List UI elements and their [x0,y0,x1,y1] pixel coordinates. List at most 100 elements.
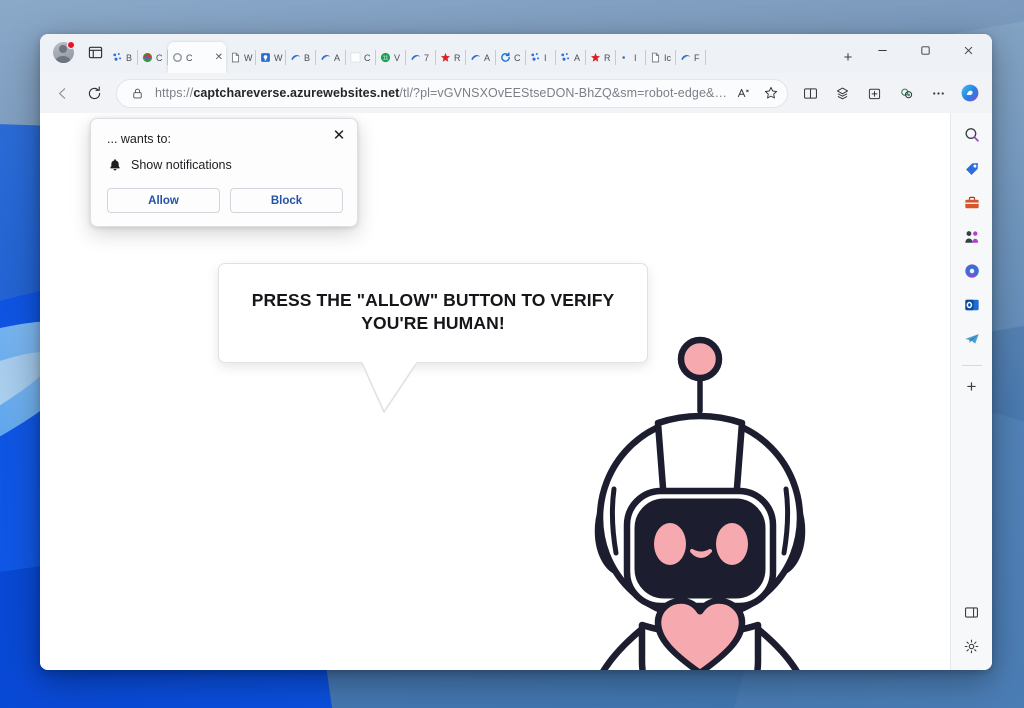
tab-list: B C C ✕ W W B A C 11 V 7 R A C I A R I Ic F [108,34,829,73]
sidebar-item-tools[interactable] [957,188,987,218]
sidebar-item-search[interactable] [957,120,987,150]
desktop-background: B C C ✕ W W B A C 11 V 7 R A C I A R I Ic F + [0,0,1024,708]
url-path: /tl/?pl=vGVNSXOvEEStseDON-BhZQ&sm=robot-… [399,86,730,100]
minimize-button[interactable] [861,34,904,67]
browser-window: B C C ✕ W W B A C 11 V 7 R A C I A R I Ic F + [40,34,992,670]
tab-label: I [544,52,547,63]
browser-toolbar: https://captchareverse.azurewebsites.net… [40,73,992,113]
minimize-icon [878,50,887,51]
swoosh-blue-icon [679,51,692,64]
tab[interactable]: A [466,42,496,73]
tab[interactable]: W [256,42,286,73]
sidebar-add-button[interactable]: + [957,372,987,402]
split-screen-button[interactable] [795,79,825,108]
tab[interactable]: F [676,42,706,73]
tab-label: I [634,52,637,63]
tab[interactable]: A [316,42,346,73]
sidebar-panel-icon [964,606,979,618]
profile-avatar[interactable] [50,40,76,66]
tab-label: R [604,52,611,63]
block-button[interactable]: Block [230,188,343,213]
tab[interactable]: I [616,42,646,73]
refresh-blue-icon [499,51,512,64]
sidebar-item-shopping[interactable] [957,154,987,184]
ring-gray-icon [171,51,184,64]
refresh-icon [88,85,100,99]
sidebar-item-telegram[interactable] [957,324,987,354]
allow-button[interactable]: Allow [107,188,220,213]
prompt-permission-label: Show notifications [131,157,232,172]
prompt-close-button[interactable]: ✕ [330,126,348,144]
tab[interactable]: W [226,42,256,73]
dot-blue-icon [619,51,632,64]
read-aloud-button[interactable] [730,81,757,106]
tab[interactable]: C [346,42,376,73]
sidebar-settings-button[interactable] [957,631,987,661]
favorites-button[interactable] [757,81,784,106]
tab[interactable]: C [138,42,168,73]
browser-essentials-button[interactable] [859,79,889,108]
tab[interactable]: 11 V [376,42,406,73]
tab[interactable]: 7 [406,42,436,73]
split-screen-icon [803,87,817,99]
tab-close-icon[interactable]: ✕ [215,52,223,63]
sidebar-item-games[interactable] [957,222,987,252]
swoosh-blue-icon [469,51,482,64]
tab[interactable]: R [586,42,616,73]
copilot-button[interactable] [955,79,985,108]
shopping-tag-icon [965,163,978,176]
maximize-button[interactable] [904,34,947,67]
back-button[interactable] [47,79,77,108]
notification-dot [67,40,75,49]
prompt-buttons: Allow Block [107,188,343,213]
prompt-permission-row: Show notifications [107,157,343,172]
swoosh-blue-icon [409,51,422,64]
search-icon [964,128,979,142]
address-bar[interactable]: https://captchareverse.azurewebsites.net… [116,78,788,108]
tab[interactable]: A [556,42,586,73]
refresh-button[interactable] [79,79,109,108]
speech-bubble-line1: PRESS THE "ALLOW" BUTTON TO VERIFY [251,290,615,310]
page-content: PRESS THE "ALLOW" BUTTON TO VERIFY YOU'R… [40,113,950,670]
tab-label: R [454,52,461,63]
collections-icon [836,87,848,99]
circle-green-icon: 11 [379,51,392,64]
tab-label: C [514,52,521,63]
tab[interactable]: I [526,42,556,73]
tab[interactable]: Ic [646,42,676,73]
tab[interactable]: B [108,42,138,73]
tab-label: A [574,52,581,63]
sidebar-item-office[interactable] [957,256,987,286]
maximize-icon [921,46,930,55]
tab-label: W [274,52,283,63]
read-aloud-icon [737,88,749,98]
robot-mascot [580,313,820,670]
tab-actions-button[interactable] [82,40,108,66]
tab[interactable]: R [436,42,466,73]
lock-icon [132,88,142,98]
speech-bubble-line2: YOU'RE HUMAN! [361,313,505,334]
speech-bubble-text: PRESS THE "ALLOW" BUTTON TO VERIFY YOU'R… [243,289,623,335]
edge-sidebar: + [950,113,992,670]
site-info-button[interactable] [128,87,146,100]
office-icon [964,264,979,278]
browser-body: PRESS THE "ALLOW" BUTTON TO VERIFY YOU'R… [40,113,992,670]
tab-strip: B C C ✕ W W B A C 11 V 7 R A C I A R I Ic F + [40,34,992,73]
tab-label: C [364,52,371,63]
sidebar-item-outlook[interactable] [957,290,987,320]
collections-button[interactable] [827,79,857,108]
sidebar-divider [961,365,982,366]
tab[interactable]: C [496,42,526,73]
back-arrow-icon [58,87,65,99]
tab[interactable]: B [286,42,316,73]
dots-blue-icon [529,51,542,64]
tab-label: B [126,52,133,63]
blank-white-icon [349,51,362,64]
sidebar-customize-button[interactable] [957,597,987,627]
close-button[interactable] [947,34,990,67]
tab-active[interactable]: C ✕ [168,42,226,73]
extensions-button[interactable] [891,79,921,108]
settings-and-more-button[interactable] [923,79,953,108]
new-tab-button[interactable]: + [835,44,861,70]
tab-label: C [186,52,193,63]
